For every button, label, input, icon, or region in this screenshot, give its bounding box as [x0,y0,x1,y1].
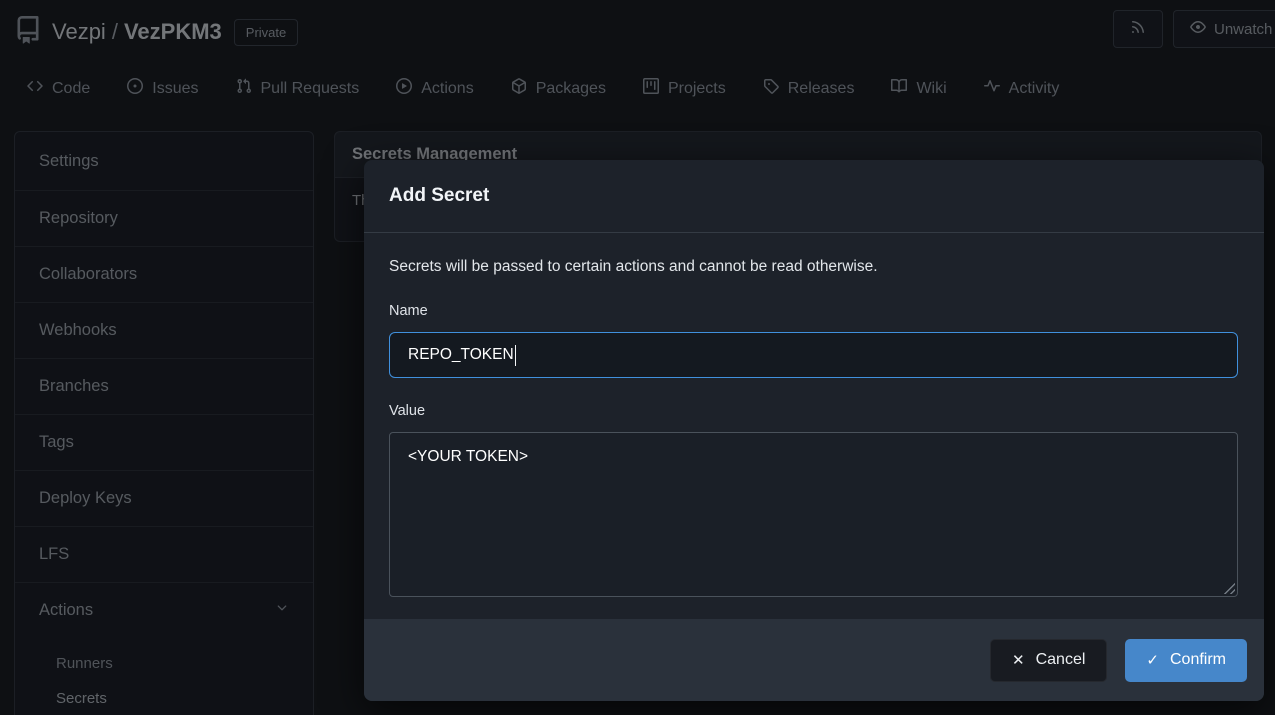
resize-handle-icon[interactable] [1222,581,1235,594]
app-screen: Vezpi/VezPKM3 Private Unwatch Code [0,0,1275,715]
name-label: Name [389,303,1239,319]
modal-title: Add Secret [389,185,489,207]
secret-name-input[interactable]: REPO_TOKEN [389,332,1238,378]
confirm-label: Confirm [1170,651,1226,669]
value-label: Value [389,403,1239,419]
secret-value-textarea[interactable]: <YOUR TOKEN> [389,432,1238,597]
cancel-label: Cancel [1036,651,1086,669]
modal-header: Add Secret [364,160,1264,233]
check-icon: ✓ [1146,651,1159,669]
modal-description: Secrets will be passed to certain action… [389,258,1239,276]
cancel-button[interactable]: ✕ Cancel [990,639,1107,682]
modal-body: Secrets will be passed to certain action… [364,233,1264,619]
secret-name-value: REPO_TOKEN [408,346,514,364]
modal-footer: ✕ Cancel ✓ Confirm [364,619,1264,701]
close-icon: ✕ [1012,651,1025,669]
add-secret-modal: Add Secret Secrets will be passed to cer… [364,160,1264,701]
secret-value-text: <YOUR TOKEN> [408,448,528,465]
confirm-button[interactable]: ✓ Confirm [1125,639,1247,682]
text-caret [515,345,517,366]
